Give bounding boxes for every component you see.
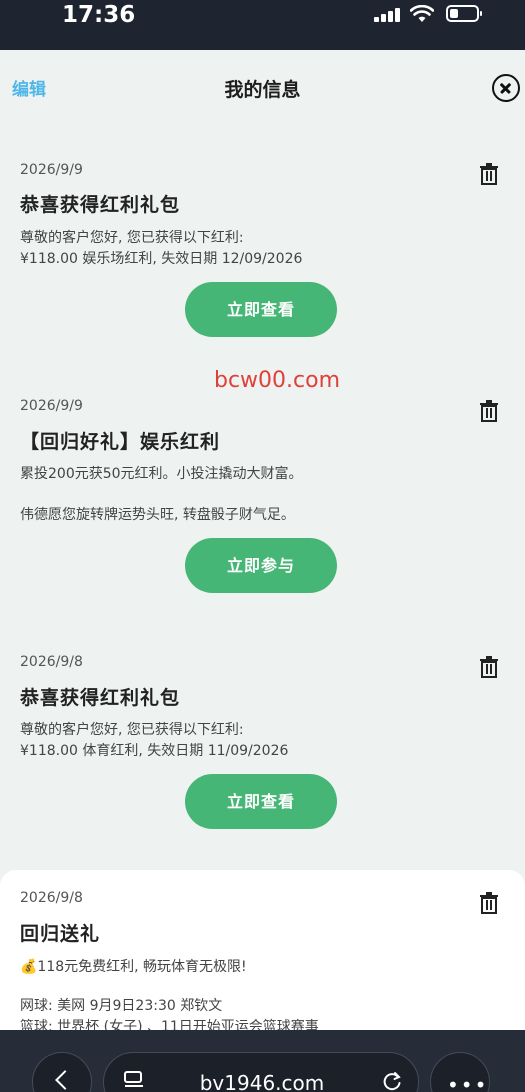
url-text: bv1946.com [199, 1071, 325, 1092]
message-title: 回归送礼 [20, 923, 101, 945]
message-item: 2026/9/9 【回归好礼】娱乐红利 累投200元获50元红利。小投注撬动大财… [0, 388, 525, 608]
battery-icon [446, 5, 482, 22]
message-item: 2026/9/8 回归送礼 💰118元免费红利, 畅玩体育无极限! 网球: 美网… [0, 870, 525, 1035]
view-button[interactable]: 立即查看 [185, 282, 337, 337]
message-title: 恭喜获得红利礼包 [20, 687, 181, 709]
more-icon[interactable]: ••• [430, 1052, 490, 1092]
trash-icon[interactable] [480, 400, 498, 422]
app-root: 17:36 编辑 我的信息 2026/9/9 恭喜获得红利礼包 尊敬的客户您好,… [0, 0, 525, 1092]
message-line: 累投200元获50元红利。小投注撬动大财富。 [20, 466, 303, 482]
message-date: 2026/9/8 [20, 654, 83, 670]
signal-icon [374, 8, 402, 22]
header: 编辑 我的信息 [0, 50, 525, 130]
message-line: 尊敬的客户您好, 您已获得以下红利: [20, 230, 244, 246]
message-date: 2026/9/9 [20, 398, 83, 414]
join-button[interactable]: 立即参与 [185, 538, 337, 593]
message-line: 尊敬的客户您好, 您已获得以下红利: [20, 722, 244, 738]
message-line: 网球: 美网 9月9日23:30 郑钦文 [20, 998, 223, 1014]
message-line: ¥118.00 体育红利, 失效日期 11/09/2026 [20, 743, 289, 759]
message-line: 伟德愿您旋转牌运势头旺, 转盘骰子财气足。 [20, 507, 295, 523]
status-bar: 17:36 [0, 0, 525, 50]
page-title: 我的信息 [224, 79, 301, 101]
browser-toolbar: bv1946.com ••• [0, 1030, 525, 1092]
address-bar[interactable]: bv1946.com [103, 1052, 419, 1092]
view-button[interactable]: 立即查看 [185, 774, 337, 829]
message-date: 2026/9/8 [20, 890, 83, 906]
close-icon[interactable] [492, 74, 520, 102]
message-date: 2026/9/9 [20, 162, 83, 178]
trash-icon[interactable] [480, 892, 498, 914]
status-time: 17:36 [62, 2, 136, 28]
message-line: ¥118.00 娱乐场红利, 失效日期 12/09/2026 [20, 251, 303, 267]
wifi-icon [410, 5, 434, 22]
chevron-left-icon[interactable] [32, 1052, 92, 1092]
message-line: 💰118元免费红利, 畅玩体育无极限! [20, 959, 247, 975]
message-item: 2026/9/9 恭喜获得红利礼包 尊敬的客户您好, 您已获得以下红利: ¥11… [0, 150, 525, 360]
reload-icon[interactable] [382, 1071, 402, 1091]
message-item: 2026/9/8 恭喜获得红利礼包 尊敬的客户您好, 您已获得以下红利: ¥11… [0, 645, 525, 855]
trash-icon[interactable] [480, 163, 498, 185]
message-title: 【回归好礼】娱乐红利 [20, 431, 221, 453]
trash-icon[interactable] [480, 656, 498, 678]
message-title: 恭喜获得红利礼包 [20, 194, 181, 216]
